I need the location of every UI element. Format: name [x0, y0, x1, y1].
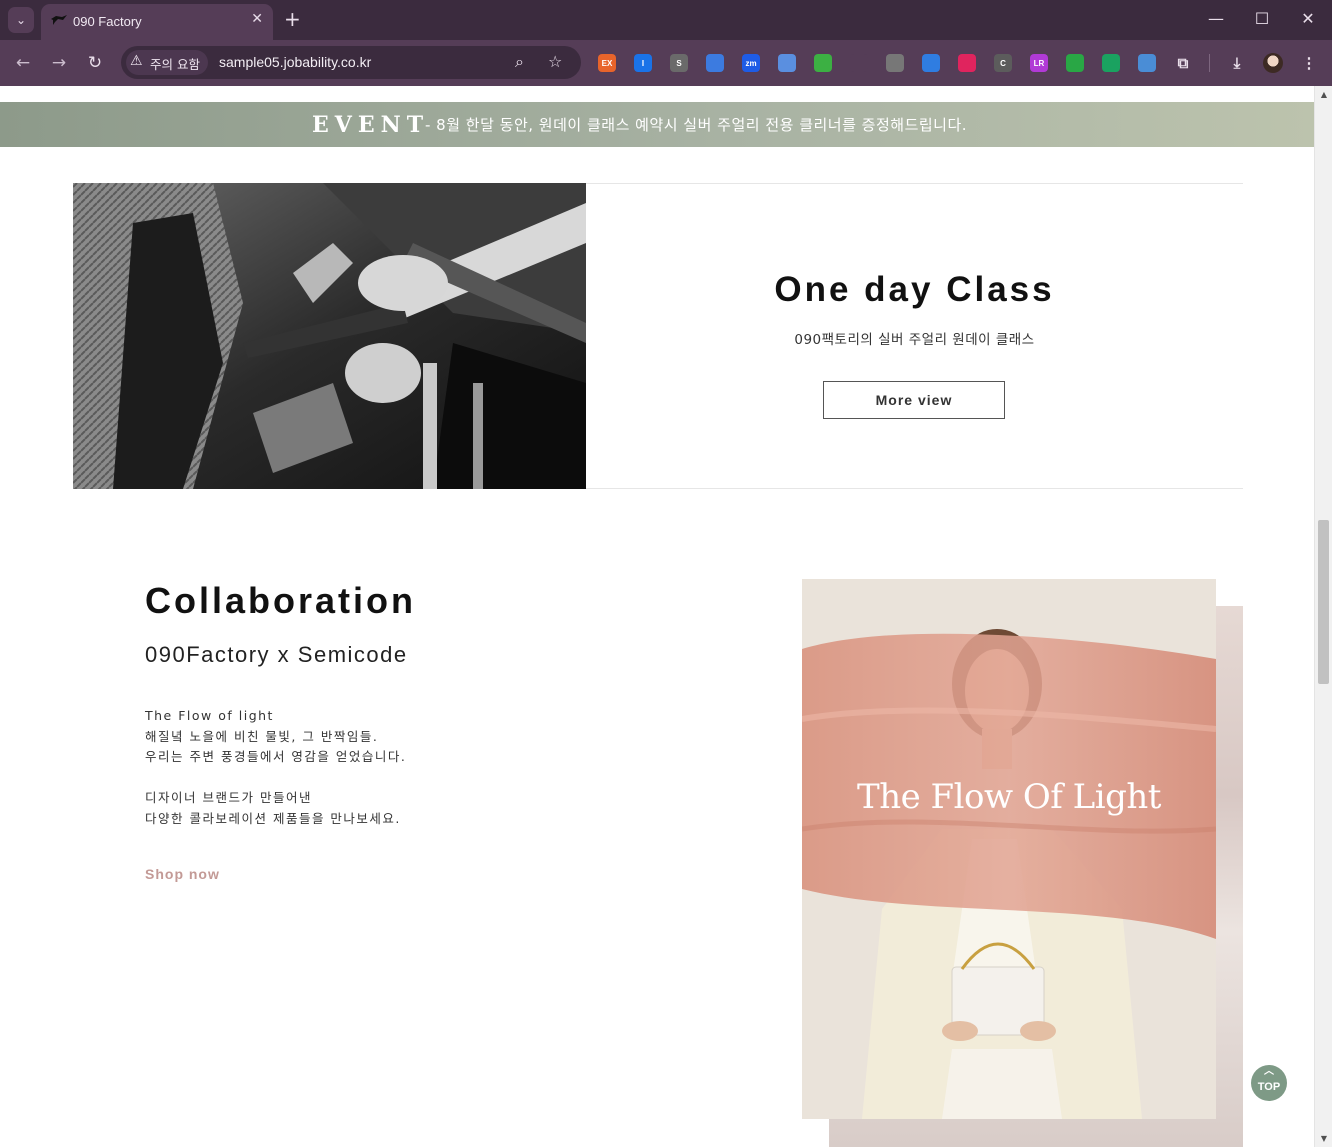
play-extension-icon[interactable] [814, 54, 832, 72]
ex-extension-icon[interactable]: EX [598, 54, 616, 72]
pen-extension-icon[interactable] [922, 54, 940, 72]
description-line: 우리는 주변 풍경들에서 영감을 얻었습니다. [145, 749, 407, 765]
forward-icon[interactable]: → [47, 51, 71, 75]
security-warning-chip[interactable]: ⚠ 주의 요함 [126, 50, 208, 75]
bookmark-star-icon[interactable]: ☆ [548, 52, 562, 71]
lr-extension-icon[interactable]: LR [1030, 54, 1048, 72]
extensions-puzzle-icon[interactable]: ⧉ [1174, 54, 1192, 72]
s-extension-icon[interactable]: S [670, 54, 688, 72]
chat-extension-icon[interactable] [1102, 54, 1120, 72]
reload-icon[interactable]: ↻ [83, 51, 107, 75]
divider [586, 488, 1243, 489]
favicon-icon [51, 15, 67, 25]
browser-toolbar: ← → ↻ ⚠ 주의 요함 sample05.jobability.co.kr … [0, 40, 1332, 86]
zoom-search-icon[interactable]: ⌕ [515, 52, 524, 72]
maximize-icon[interactable]: ☐ [1252, 10, 1272, 28]
video-extension-icon[interactable] [958, 54, 976, 72]
profile-avatar[interactable] [1263, 53, 1283, 73]
shop-now-link[interactable]: Shop now [145, 866, 220, 882]
description-line: The Flow of light [145, 708, 274, 723]
jewelry-workshop-image [73, 183, 586, 489]
tab-search-button[interactable]: ⌄ [8, 7, 34, 33]
browser-titlebar: ⌄ 090 Factory ✕ + — ☐ ✕ [0, 0, 1332, 40]
address-bar[interactable]: ⚠ 주의 요함 sample05.jobability.co.kr ⌕ ☆ [121, 46, 581, 79]
card-extension-icon[interactable] [1066, 54, 1084, 72]
more-view-button[interactable]: More view [823, 381, 1005, 419]
collaboration-photo: The Flow Of Light [802, 579, 1216, 1119]
page-scrollbar[interactable]: ▲ ▼ [1314, 86, 1332, 1147]
page-viewport: EVENT - 8월 한달 동안, 원데이 클래스 예약시 실버 주얼리 전용 … [0, 86, 1332, 1147]
collaboration-title: Collaboration [145, 580, 416, 621]
description-line: 디자이너 브랜드가 만들어낸 [145, 790, 312, 806]
tab-title: 090 Factory [73, 14, 142, 29]
event-text: - 8월 한달 동안, 원데이 클래스 예약시 실버 주얼리 전용 클리너를 증… [425, 116, 968, 134]
drop-extension-icon[interactable] [706, 54, 724, 72]
toolbar-divider [1209, 54, 1210, 72]
event-title: EVENT [312, 112, 430, 138]
info-extension-icon[interactable]: I [634, 54, 652, 72]
description-line: 다양한 콜라보레이션 제품들을 만나보세요. [145, 810, 401, 826]
download-icon[interactable]: ⤓ [1228, 54, 1246, 72]
browser-tab[interactable]: 090 Factory ✕ [41, 4, 273, 40]
oneday-class-subtitle: 090팩토리의 실버 주얼리 원데이 클래스 [794, 332, 1035, 348]
photo-caption: The Flow Of Light [857, 777, 1161, 817]
scroll-down-icon[interactable]: ▼ [1321, 1134, 1327, 1143]
security-warning-label: 주의 요함 [150, 57, 200, 72]
model-with-scarf-image [802, 579, 1216, 1119]
menu-kebab-icon[interactable]: ⋮ [1300, 54, 1318, 72]
top-label: TOP [1257, 1081, 1281, 1093]
back-icon[interactable]: ← [11, 51, 35, 75]
scroll-up-icon[interactable]: ▲ [1321, 90, 1327, 99]
new-tab-button[interactable]: + [284, 9, 301, 29]
collaboration-description: The Flow of light 해질녘 노을에 비친 물빛, 그 반짝임들.… [145, 706, 406, 830]
oneday-class-title: One day Class [774, 270, 1055, 309]
description-line: 해질녘 노을에 비친 물빛, 그 반짝임들. [145, 728, 379, 744]
zm-extension-icon[interactable]: zm [742, 54, 760, 72]
tab-close-icon[interactable]: ✕ [251, 11, 263, 27]
chevron-up-icon: ︿ [1264, 1066, 1274, 1077]
oneday-class-photo [73, 183, 586, 489]
warning-icon: ⚠ [130, 53, 143, 69]
close-window-icon[interactable]: ✕ [1298, 10, 1318, 28]
minimize-icon[interactable]: — [1206, 10, 1226, 28]
react-extension-icon[interactable] [850, 54, 868, 72]
gear-extension-icon[interactable] [886, 54, 904, 72]
scroll-to-top-button[interactable]: ︿ TOP [1251, 1065, 1287, 1101]
event-banner[interactable]: EVENT - 8월 한달 동안, 원데이 클래스 예약시 실버 주얼리 전용 … [0, 102, 1314, 147]
url-text[interactable]: sample05.jobability.co.kr [219, 54, 371, 70]
globe-extension-icon[interactable] [1138, 54, 1156, 72]
link-extension-icon[interactable] [778, 54, 796, 72]
divider [586, 183, 1243, 184]
c-extension-icon[interactable]: C [994, 54, 1012, 72]
scrollbar-thumb[interactable] [1318, 520, 1329, 684]
collaboration-subtitle: 090Factory x Semicode [145, 642, 408, 667]
